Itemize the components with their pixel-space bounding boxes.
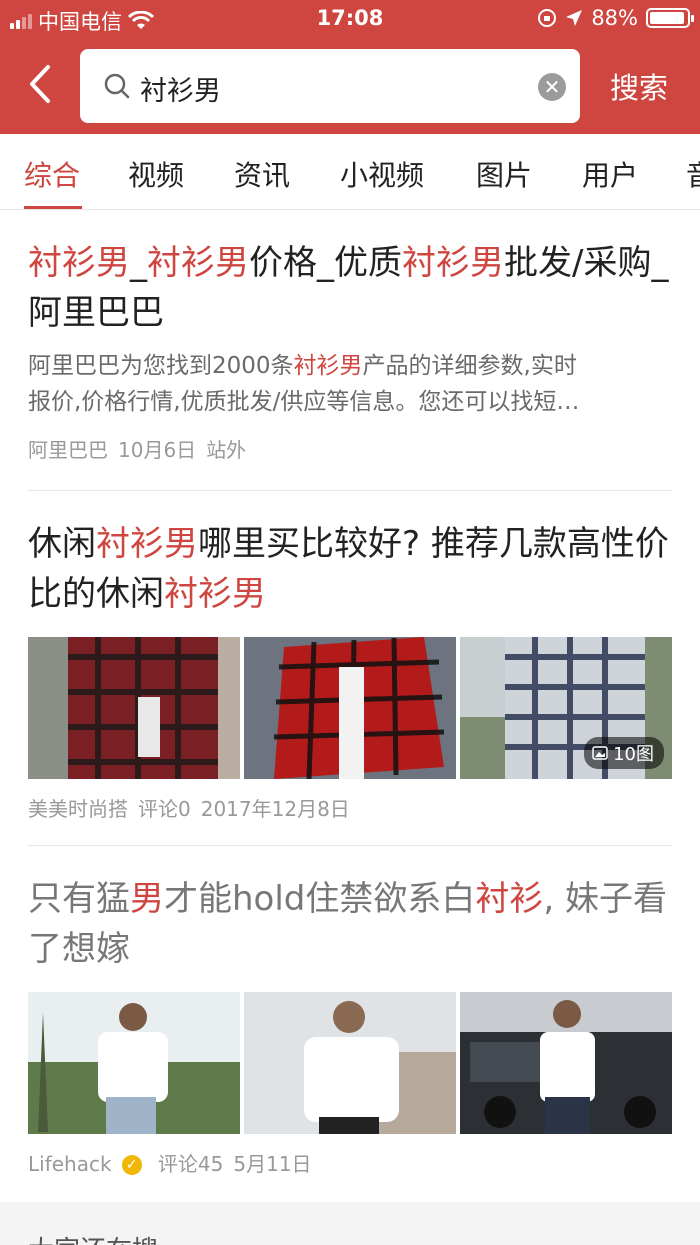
related-searches-heading: 大家还在搜 (28, 1230, 158, 1245)
battery-icon (646, 8, 694, 28)
search-icon (104, 73, 130, 99)
thumbnail-image[interactable] (244, 992, 456, 1134)
tab-music[interactable]: 音 (686, 154, 700, 194)
thumbnail-image[interactable] (460, 992, 672, 1134)
result-source: 美美时尚搭 (28, 797, 128, 821)
divider (28, 845, 672, 846)
tab-video[interactable]: 视频 (128, 154, 184, 194)
gallery-icon (592, 746, 608, 760)
rotation-lock-icon (538, 9, 557, 27)
status-bar: 中国电信 17:08 88% (0, 0, 700, 40)
result-meta: 美美时尚搭 评论0 2017年12月8日 (28, 793, 672, 822)
thumbnail-image[interactable] (28, 637, 240, 779)
search-result-3[interactable]: 只有猛男才能hold住禁欲系白衬衫, 妹子看了想嫁 Lifehack ✓ 评论4… (28, 874, 672, 1177)
result-date: 10月6日 (118, 438, 197, 462)
result-source: 阿里巴巴 (28, 438, 108, 462)
tab-bar: 综合 视频 资讯 小视频 图片 用户 音 (0, 134, 700, 210)
tab-news[interactable]: 资讯 (234, 154, 290, 194)
tab-users[interactable]: 用户 (582, 154, 638, 194)
search-input[interactable]: 衬衫男 ✕ (80, 49, 580, 123)
result-meta: 阿里巴巴 10月6日 站外 (28, 434, 672, 463)
back-arrow-icon[interactable] (26, 64, 54, 104)
result-images[interactable] (28, 992, 672, 1134)
location-icon (566, 10, 583, 26)
result-tag: 站外 (206, 438, 247, 462)
clear-icon[interactable]: ✕ (538, 73, 566, 101)
thumbnail-image[interactable] (28, 992, 240, 1134)
result-images[interactable]: 10图 (28, 637, 672, 779)
search-button[interactable]: 搜索 (610, 65, 668, 107)
result-date: 2017年12月8日 (200, 797, 350, 821)
related-searches-section: 大家还在搜 (0, 1202, 700, 1245)
result-date: 5月11日 (233, 1152, 312, 1176)
result-title[interactable]: 休闲衬衫男哪里买比较好? 推荐几款高性价比的休闲衬衫男 (28, 519, 672, 619)
result-comments: 评论45 (157, 1152, 224, 1176)
search-result-2[interactable]: 休闲衬衫男哪里买比较好? 推荐几款高性价比的休闲衬衫男 10图 美美时尚搭 评论… (28, 519, 672, 822)
divider (28, 490, 672, 491)
verified-icon: ✓ (121, 1155, 142, 1175)
tab-comprehensive[interactable]: 综合 (24, 154, 80, 194)
tab-short-video[interactable]: 小视频 (340, 154, 424, 194)
result-comments: 评论0 (138, 797, 191, 821)
battery-percent: 88% (591, 6, 638, 30)
search-result-1[interactable]: 衬衫男_衬衫男价格_优质衬衫男批发/采购_阿里巴巴 阿里巴巴为您找到2000条衬… (28, 238, 672, 463)
active-tab-indicator (24, 206, 82, 209)
result-title[interactable]: 衬衫男_衬衫男价格_优质衬衫男批发/采购_阿里巴巴 (28, 238, 672, 338)
result-source: Lifehack (28, 1152, 112, 1176)
thumbnail-image[interactable]: 10图 (460, 637, 672, 779)
result-description: 阿里巴巴为您找到2000条衬衫男产品的详细参数,实时 报价,价格行情,优质批发/… (28, 353, 580, 415)
tab-images[interactable]: 图片 (476, 154, 532, 194)
search-query: 衬衫男 (140, 76, 221, 107)
thumbnail-image[interactable] (244, 637, 456, 779)
result-meta: Lifehack ✓ 评论45 5月11日 (28, 1148, 672, 1177)
image-count-badge: 10图 (584, 737, 664, 769)
result-title[interactable]: 只有猛男才能hold住禁欲系白衬衫, 妹子看了想嫁 (28, 874, 672, 974)
